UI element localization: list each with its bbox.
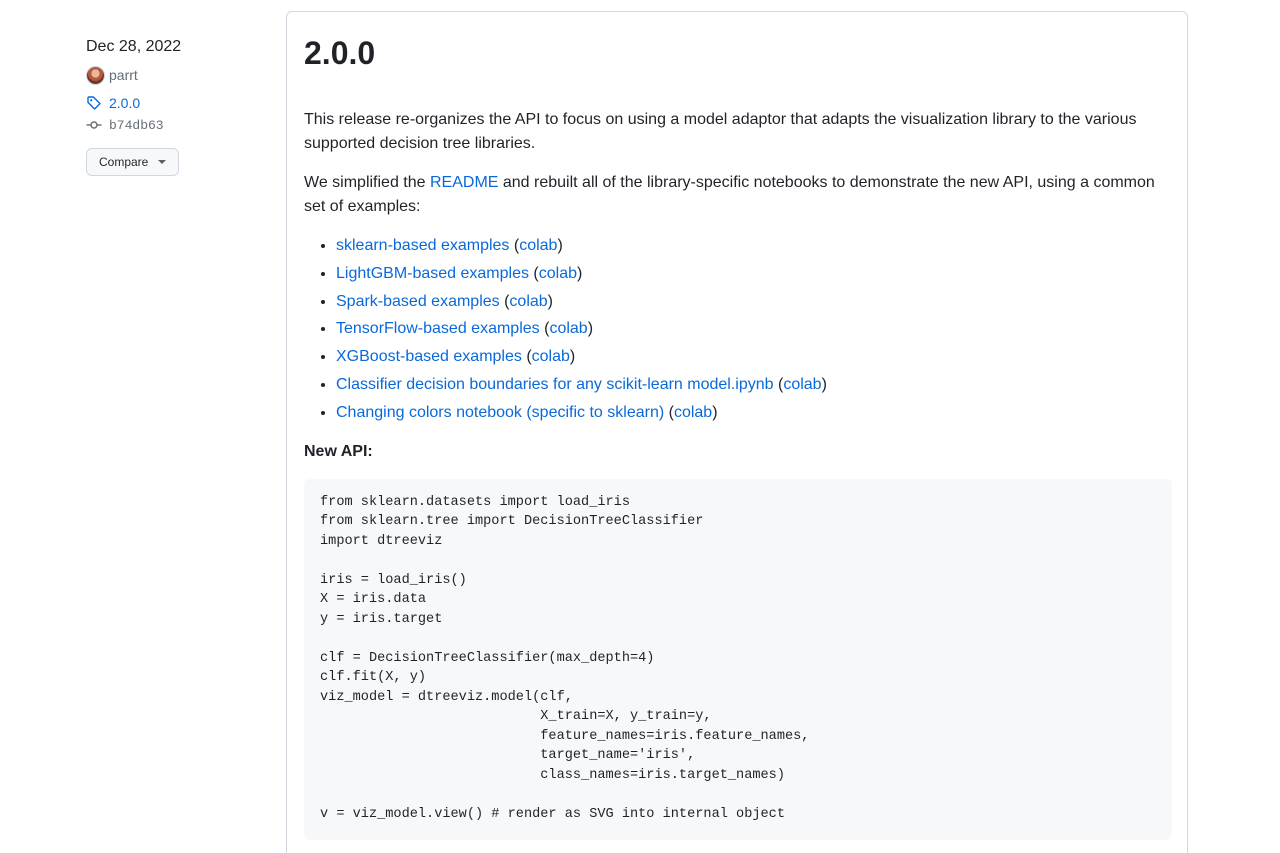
code-block[interactable]: from sklearn.datasets import load_iris f…: [304, 478, 1172, 841]
example-link[interactable]: Classifier decision boundaries for any s…: [336, 376, 774, 393]
colab-link[interactable]: colab: [674, 404, 712, 421]
paren-open: (: [539, 320, 550, 338]
tag-link[interactable]: 2.0.0: [109, 95, 140, 111]
colab-link[interactable]: colab: [783, 376, 821, 393]
paren-close: ): [569, 348, 576, 366]
colab-link[interactable]: colab: [532, 348, 570, 365]
commit-row[interactable]: b74db63: [86, 114, 256, 136]
paren-close: ): [712, 403, 718, 421]
paren-open: (: [528, 264, 539, 282]
paren-open: (: [499, 292, 510, 310]
paren-close: ): [547, 292, 553, 310]
list-item: sklearn-based examples (colab): [336, 234, 1172, 258]
example-link[interactable]: LightGBM-based examples: [336, 265, 529, 282]
release-simplified-paragraph: We simplified the README and rebuilt all…: [304, 171, 1172, 219]
paren-open: (: [664, 403, 674, 421]
release-card: 2.0.0 This release re-organizes the API …: [286, 11, 1188, 853]
release-intro: This release re-organizes the API to foc…: [304, 111, 1137, 152]
colab-link[interactable]: colab: [519, 237, 557, 254]
examples-list: sklearn-based examples (colab) LightGBM-…: [304, 234, 1172, 425]
list-item: TensorFlow-based examples (colab): [336, 317, 1172, 341]
example-link[interactable]: Changing colors notebook (specific to sk…: [336, 404, 664, 421]
list-item: XGBoost-based examples (colab): [336, 345, 1172, 369]
example-link[interactable]: TensorFlow-based examples: [336, 320, 540, 337]
colab-link[interactable]: colab: [549, 320, 587, 337]
commit-sha[interactable]: b74db63: [109, 118, 164, 133]
colab-link[interactable]: colab: [539, 265, 577, 282]
paren-open: (: [773, 375, 784, 393]
release-title[interactable]: 2.0.0: [304, 33, 375, 73]
paren-open: (: [509, 237, 520, 254]
chevron-down-icon: [158, 160, 167, 164]
author-row[interactable]: parrt: [86, 64, 256, 86]
release-date: Dec 28, 2022: [86, 38, 182, 55]
list-item: Classifier decision boundaries for any s…: [336, 373, 1172, 397]
example-link[interactable]: sklearn-based examples: [336, 237, 509, 254]
list-item: Spark-based examples (colab): [336, 290, 1172, 314]
list-item: LightGBM-based examples (colab): [336, 262, 1172, 286]
paren-close: ): [577, 264, 583, 282]
paren-close: ): [557, 237, 563, 254]
paren-open: (: [521, 348, 532, 366]
readme-link[interactable]: README: [430, 174, 498, 191]
example-link[interactable]: XGBoost-based examples: [336, 348, 522, 365]
paren-close: ): [821, 375, 827, 393]
new-api-heading: New API:: [304, 442, 373, 460]
commit-icon: [86, 121, 102, 129]
tag-row[interactable]: 2.0.0: [86, 92, 256, 114]
colab-link[interactable]: colab: [509, 293, 547, 310]
release-page: Dec 28, 2022 parrt 2.0.0 b74db63 Compare: [0, 0, 1280, 853]
compare-button-label: Compare: [99, 155, 149, 169]
compare-button[interactable]: Compare: [86, 148, 180, 176]
author-name[interactable]: parrt: [109, 67, 138, 83]
paren-close: ): [587, 320, 594, 338]
list-item: Changing colors notebook (specific to sk…: [336, 401, 1172, 425]
release-sidebar: Dec 28, 2022 parrt 2.0.0 b74db63 Compare: [86, 36, 256, 176]
release-body: This release re-organizes the API to foc…: [304, 108, 1172, 841]
tag-icon: [87, 96, 101, 110]
example-link[interactable]: Spark-based examples: [336, 293, 500, 310]
simplified-text-before: We simplified the: [304, 174, 430, 191]
avatar[interactable]: [86, 65, 105, 85]
